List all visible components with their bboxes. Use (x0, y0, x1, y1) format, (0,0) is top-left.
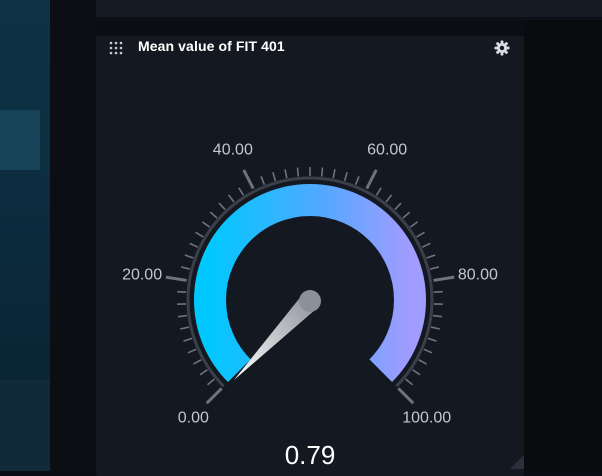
minor-tick (427, 255, 435, 258)
major-tick (244, 170, 254, 189)
minor-tick (386, 195, 392, 202)
gauge-value-arc (210, 200, 410, 371)
gauge-label: 0.00 (178, 410, 209, 427)
minor-tick (395, 203, 401, 210)
major-tick (398, 388, 413, 403)
minor-tick (228, 195, 234, 202)
major-tick (207, 388, 222, 403)
minor-tick (376, 188, 381, 196)
gauge-label: 20.00 (122, 266, 162, 283)
minor-tick (356, 176, 359, 184)
minor-tick (285, 169, 287, 178)
minor-tick (219, 203, 225, 210)
minor-tick (181, 267, 190, 269)
minor-tick (180, 327, 189, 329)
gauge-chart: 0.00 20.00 40.00 60.00 80.00 100.00 (0, 0, 602, 471)
minor-tick (413, 370, 420, 375)
minor-tick (434, 292, 443, 293)
minor-tick (431, 327, 440, 329)
major-tick (433, 277, 454, 280)
gauge-label: 60.00 (367, 142, 407, 159)
minor-tick (297, 168, 298, 177)
minor-tick (208, 379, 215, 385)
minor-tick (178, 316, 187, 317)
minor-tick (424, 349, 432, 353)
minor-tick (202, 222, 209, 227)
minor-tick (419, 360, 427, 364)
minor-tick (406, 379, 413, 385)
minor-tick (200, 370, 207, 375)
gauge-value: 0.79 (230, 440, 390, 471)
gauge-label: 80.00 (458, 266, 498, 283)
minor-tick (196, 232, 204, 237)
minor-tick (273, 172, 276, 181)
minor-tick (430, 267, 439, 269)
gauge-label: 40.00 (213, 142, 253, 159)
minor-tick (433, 316, 442, 317)
minor-tick (185, 255, 193, 258)
minor-tick (345, 172, 348, 181)
minor-tick (261, 176, 264, 184)
minor-tick (190, 243, 198, 247)
minor-tick (188, 349, 196, 353)
needle-hub (299, 290, 321, 312)
minor-tick (193, 360, 201, 364)
minor-tick (417, 232, 425, 237)
minor-tick (333, 169, 335, 178)
minor-tick (422, 243, 430, 247)
minor-tick (322, 168, 323, 177)
minor-tick (239, 188, 244, 196)
minor-tick (403, 212, 410, 218)
minor-tick (428, 338, 437, 341)
gauge-label: 100.00 (402, 410, 451, 427)
major-tick (367, 170, 377, 189)
minor-tick (184, 338, 193, 341)
minor-tick (177, 292, 186, 293)
major-tick (166, 277, 187, 280)
resize-handle-icon[interactable] (510, 455, 524, 469)
minor-tick (210, 212, 217, 218)
minor-tick (410, 222, 417, 227)
